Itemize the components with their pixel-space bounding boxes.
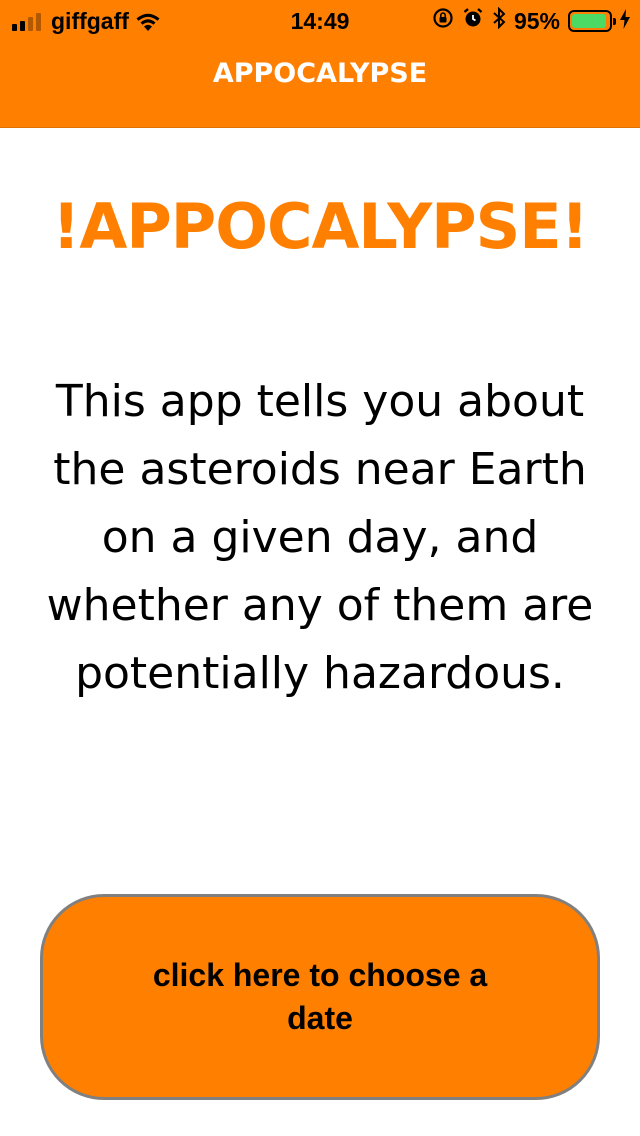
nav-title: APPOCALYPSE [212,58,428,89]
battery-icon [568,10,616,32]
battery-fill [572,14,607,28]
top-bar: giffgaff 14:49 95% APPOCALYPSE [0,0,640,128]
bluetooth-icon [492,6,506,35]
hero-title: !APPOCALYPSE! [52,190,589,263]
choose-date-label: click here to choose a date [152,957,488,1036]
rotation-lock-icon [432,7,454,35]
app-description: This app tells you about the asteroids n… [46,376,594,699]
charging-icon [620,8,630,35]
status-bar-right: 95% [432,6,630,35]
choose-date-button[interactable]: click here to choose a date [40,894,600,1100]
status-bar: giffgaff 14:49 95% [0,0,640,40]
alarm-icon [462,7,484,35]
battery-percent: 95% [513,7,560,34]
